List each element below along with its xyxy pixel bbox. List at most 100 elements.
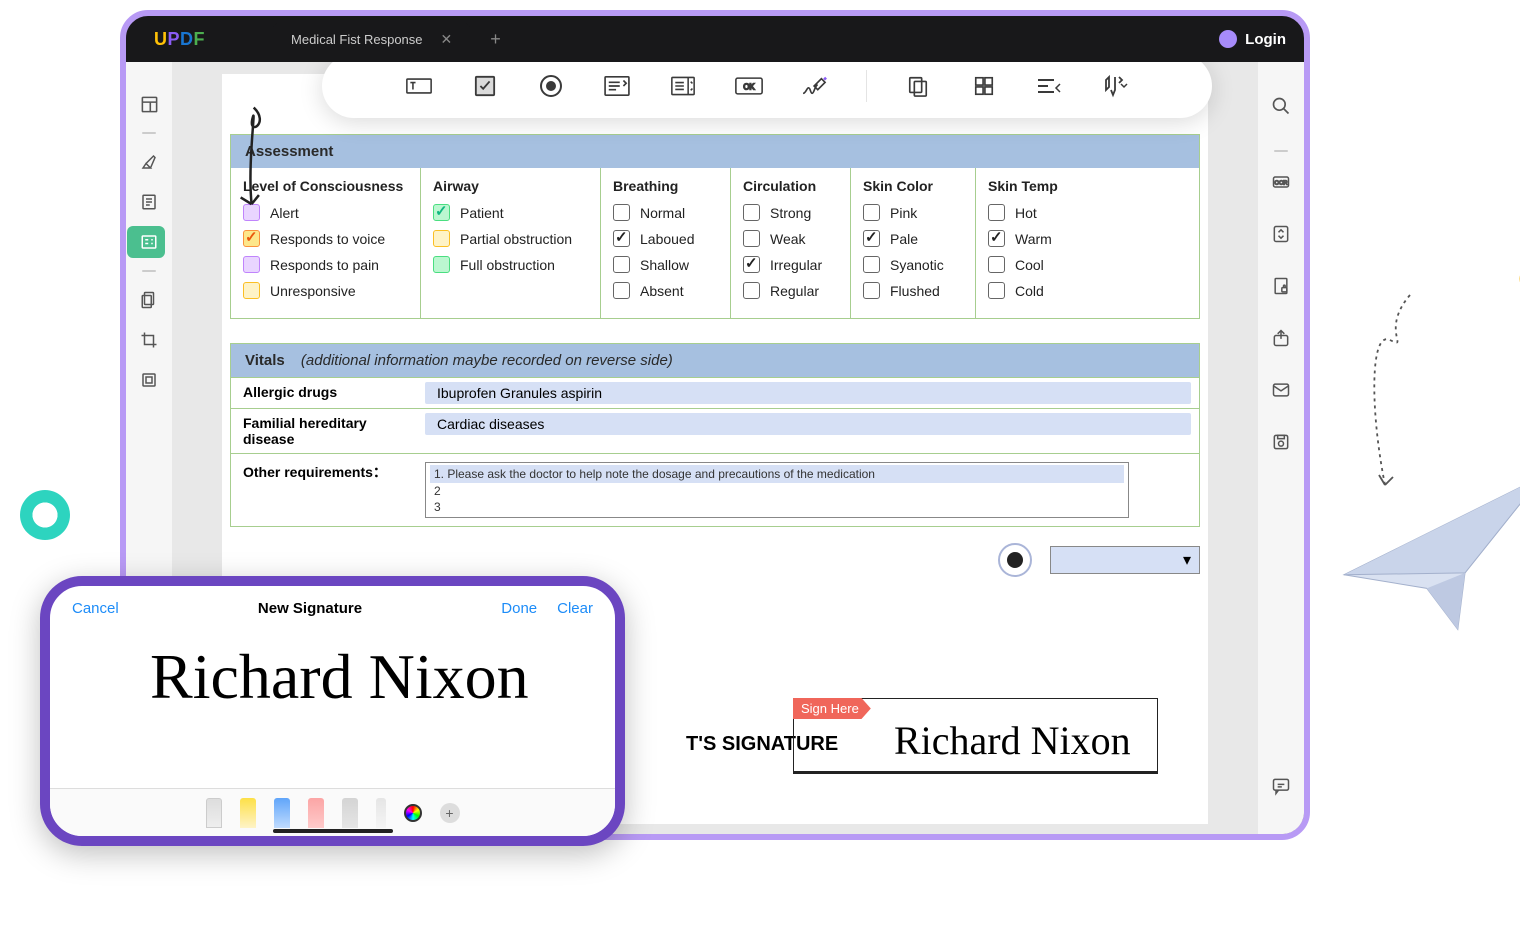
search-icon[interactable] [1265, 90, 1297, 122]
ruler-tool[interactable] [376, 798, 386, 828]
listbox-tool[interactable] [668, 71, 698, 101]
decoration-ring [20, 490, 70, 540]
pages-icon[interactable] [133, 284, 165, 316]
check-normal[interactable]: Normal [613, 204, 718, 221]
check-responds-pain[interactable]: Responds to pain [243, 256, 408, 273]
col-skin-temp: Skin Temp Hot Warm Cool Cold [976, 168, 1111, 318]
avatar-icon [1219, 30, 1237, 48]
grid-tool[interactable] [969, 71, 999, 101]
check-alert[interactable]: Alert [243, 204, 408, 221]
signature-field[interactable]: Sign Here Richard Nixon [793, 698, 1158, 774]
decoration-arrow-2 [1350, 290, 1420, 490]
check-partial-obstruction[interactable]: Partial obstruction [433, 230, 588, 247]
check-weak[interactable]: Weak [743, 230, 838, 247]
done-button[interactable]: Done [501, 600, 537, 617]
checkbox-tool[interactable] [470, 71, 500, 101]
assessment-header: Assessment [231, 135, 1199, 168]
check-absent[interactable]: Absent [613, 282, 718, 299]
check-strong[interactable]: Strong [743, 204, 838, 221]
check-irregular[interactable]: Irregular [743, 256, 838, 273]
align-tool[interactable] [1035, 71, 1065, 101]
button-tool[interactable]: OK [734, 71, 764, 101]
tab-title: Medical Fist Response [291, 32, 423, 47]
decoration-confetti [1495, 250, 1520, 342]
phone-titlebar: Cancel New Signature Done Clear [50, 586, 615, 625]
vitals-header: Vitals (additional information maybe rec… [231, 344, 1199, 377]
home-indicator [273, 829, 393, 833]
vitals-table: Vitals (additional information maybe rec… [230, 343, 1200, 527]
notes-icon[interactable] [133, 186, 165, 218]
check-flushed[interactable]: Flushed [863, 282, 963, 299]
form-tool-icon[interactable] [133, 226, 165, 258]
copy-tool[interactable] [903, 71, 933, 101]
check-pink[interactable]: Pink [863, 204, 963, 221]
pen-tool-1[interactable] [206, 798, 222, 828]
comment-icon[interactable] [1265, 770, 1297, 802]
check-laboured[interactable]: Laboued [613, 230, 718, 247]
ocr-icon[interactable]: OCR [1265, 166, 1297, 198]
check-unresponsive[interactable]: Unresponsive [243, 282, 408, 299]
check-pale[interactable]: Pale [863, 230, 963, 247]
color-picker[interactable] [404, 804, 422, 822]
other-requirements-field[interactable]: 1. Please ask the doctor to help note th… [425, 462, 1129, 518]
highlight-icon[interactable] [133, 146, 165, 178]
save-icon[interactable] [1265, 426, 1297, 458]
watermark-icon[interactable] [133, 364, 165, 396]
share-icon[interactable] [1265, 322, 1297, 354]
col-breathing: Breathing Normal Laboued Shallow Absent [601, 168, 731, 318]
radio-indicator[interactable] [998, 543, 1032, 577]
check-regular[interactable]: Regular [743, 282, 838, 299]
check-hot[interactable]: Hot [988, 204, 1099, 221]
check-responds-voice[interactable]: Responds to voice [243, 230, 408, 247]
col-airway: Airway Patient Partial obstruction Full … [421, 168, 601, 318]
document-tab[interactable]: Medical Fist Response ✕ [273, 23, 470, 56]
convert-icon[interactable] [1265, 218, 1297, 250]
check-cool[interactable]: Cool [988, 256, 1099, 273]
clear-button[interactable]: Clear [557, 600, 593, 617]
other-label: Other requirements： [231, 454, 421, 526]
pen-tool-3[interactable] [274, 798, 290, 828]
phone-signature-modal: Cancel New Signature Done Clear Richard … [40, 576, 625, 846]
sign-here-tag: Sign Here [793, 698, 871, 719]
titlebar: UPDF Medical Fist Response ✕ + Login [126, 16, 1304, 62]
check-syanotic[interactable]: Syanotic [863, 256, 963, 273]
text-field-tool[interactable] [404, 71, 434, 101]
col-circulation: Circulation Strong Weak Irregular Regula… [731, 168, 851, 318]
cancel-button[interactable]: Cancel [72, 600, 119, 617]
radio-tool[interactable] [536, 71, 566, 101]
eraser-tool[interactable] [308, 798, 324, 828]
login-button[interactable]: Login [1209, 26, 1296, 52]
check-cold[interactable]: Cold [988, 282, 1099, 299]
col-consciousness: Level of Consciousness Alert Responds to… [231, 168, 421, 318]
check-shallow[interactable]: Shallow [613, 256, 718, 273]
svg-text:OCR: OCR [1275, 181, 1288, 187]
form-toolbar: OK [322, 62, 1212, 118]
dropdown-tool[interactable] [602, 71, 632, 101]
col-skin-color: Skin Color Pink Pale Syanotic Flushed [851, 168, 976, 318]
email-icon[interactable] [1265, 374, 1297, 406]
phone-signature-canvas[interactable]: Richard Nixon [50, 625, 615, 709]
phone-title: New Signature [258, 600, 362, 617]
right-toolbar: OCR [1258, 62, 1304, 834]
close-icon[interactable]: ✕ [441, 31, 453, 48]
add-tab-button[interactable]: + [490, 29, 501, 50]
crop-icon[interactable] [133, 324, 165, 356]
check-warm[interactable]: Warm [988, 230, 1099, 247]
pencil-tool[interactable] [342, 798, 358, 828]
dropdown-field[interactable]: ▾ [1050, 546, 1200, 574]
protect-icon[interactable] [1265, 270, 1297, 302]
allergic-label: Allergic drugs [231, 378, 421, 408]
check-patient[interactable]: Patient [433, 204, 588, 221]
allergic-field[interactable]: Ibuprofen Granules aspirin [425, 382, 1191, 404]
familial-label: Familial hereditary disease [231, 409, 421, 453]
svg-text:OK: OK [743, 83, 755, 92]
add-tool-button[interactable]: + [440, 803, 460, 823]
signature-tool[interactable] [800, 71, 830, 101]
chevron-down-icon: ▾ [1183, 550, 1191, 570]
app-logo: UPDF [154, 29, 205, 50]
check-full-obstruction[interactable]: Full obstruction [433, 256, 588, 273]
tools-dropdown[interactable] [1101, 71, 1131, 101]
pen-tool-2[interactable] [240, 798, 256, 828]
familial-field[interactable]: Cardiac diseases [425, 413, 1191, 435]
thumbnail-icon[interactable] [133, 88, 165, 120]
